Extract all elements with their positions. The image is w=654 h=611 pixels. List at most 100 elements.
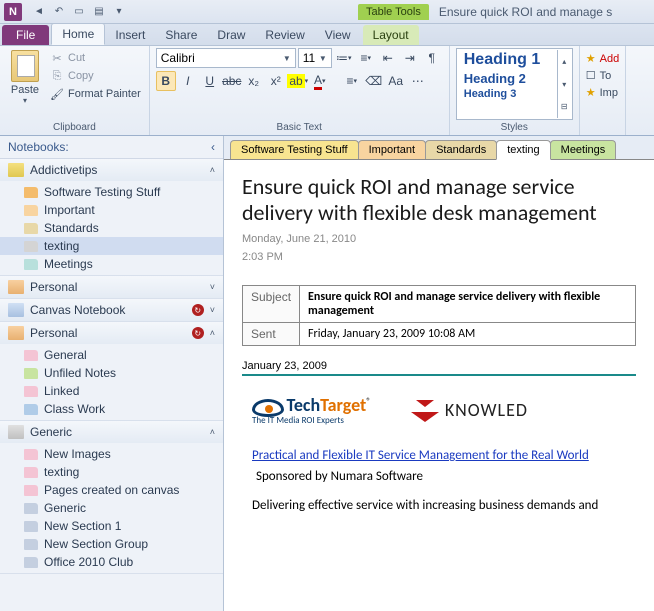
- table-row: Subject Ensure quick ROI and manage serv…: [243, 285, 636, 322]
- font-color-button[interactable]: A▾: [310, 71, 330, 91]
- section-tab[interactable]: Meetings: [550, 140, 617, 159]
- notebook-title: Personal: [30, 326, 186, 340]
- section-item[interactable]: Software Testing Stuff: [0, 183, 223, 201]
- section-tab-icon: [24, 503, 38, 514]
- tab-share[interactable]: Share: [155, 25, 207, 45]
- styles-apply-button[interactable]: Aa: [386, 71, 406, 91]
- copy-icon: ⎘: [50, 69, 64, 83]
- section-name: Class Work: [44, 402, 105, 416]
- qat-back-icon[interactable]: ◄: [30, 3, 48, 21]
- section-tab[interactable]: Standards: [425, 140, 497, 159]
- notebooks-header[interactable]: Notebooks: ‹: [0, 136, 223, 159]
- sync-error-icon: ↻: [192, 304, 204, 316]
- tab-insert[interactable]: Insert: [105, 25, 155, 45]
- tab-draw[interactable]: Draw: [207, 25, 255, 45]
- gallery-more-icon[interactable]: ⊟: [558, 95, 571, 118]
- subscript-button[interactable]: x₂: [244, 71, 264, 91]
- section-item[interactable]: Class Work: [0, 400, 223, 418]
- style-heading1[interactable]: Heading 1: [458, 50, 557, 70]
- notebook-icon: [8, 425, 24, 439]
- tab-view[interactable]: View: [315, 25, 361, 45]
- superscript-button[interactable]: x²: [266, 71, 286, 91]
- gallery-up-icon[interactable]: ▴: [558, 50, 571, 73]
- section-tab-icon: [24, 368, 38, 379]
- page-canvas[interactable]: Ensure quick ROI and manage service deli…: [224, 160, 654, 611]
- paste-button[interactable]: Paste ▾: [6, 48, 44, 120]
- section-item[interactable]: texting: [0, 237, 223, 255]
- gallery-down-icon[interactable]: ▾: [558, 73, 571, 96]
- section-item[interactable]: Generic: [0, 499, 223, 517]
- file-tab[interactable]: File: [2, 25, 49, 45]
- section-item[interactable]: Unfiled Notes: [0, 364, 223, 382]
- section-item[interactable]: New Images: [0, 445, 223, 463]
- sent-value: Friday, January 23, 2009 10:08 AM: [300, 322, 636, 345]
- qat-undo-icon[interactable]: ↶: [50, 3, 68, 21]
- paragraph-spacing-button[interactable]: ¶: [422, 48, 442, 68]
- section-item[interactable]: Important: [0, 201, 223, 219]
- qat-print-icon[interactable]: ▤: [90, 3, 108, 21]
- section-item[interactable]: New Section 1: [0, 517, 223, 535]
- styles-gallery[interactable]: Heading 1 Heading 2 Heading 3 ▴ ▾ ⊟: [456, 48, 573, 120]
- copy-button[interactable]: ⎘Copy: [48, 68, 143, 84]
- todo-tag-button[interactable]: ☐To: [584, 67, 621, 84]
- add-tag-button[interactable]: ★Add: [584, 50, 621, 67]
- font-size-combo[interactable]: 11▼: [298, 48, 332, 68]
- qat-dock-icon[interactable]: ▭: [70, 3, 88, 21]
- numbering-button[interactable]: ≡▾: [356, 48, 376, 68]
- clear-formatting-button[interactable]: ⌫: [364, 71, 384, 91]
- style-heading2[interactable]: Heading 2: [458, 70, 557, 87]
- title-bar: N ◄ ↶ ▭ ▤ ▾ Table Tools Ensure quick ROI…: [0, 0, 654, 24]
- notebook-header[interactable]: Addictivetips˄: [0, 159, 223, 181]
- section-tab[interactable]: texting: [496, 140, 550, 160]
- brush-icon: 🖌: [50, 87, 64, 101]
- chevron-up-icon: ˄: [210, 165, 215, 175]
- page-title[interactable]: Ensure quick ROI and manage service deli…: [242, 174, 636, 227]
- section-item[interactable]: Meetings: [0, 255, 223, 273]
- section-tab-icon: [24, 485, 38, 496]
- section-item[interactable]: Standards: [0, 219, 223, 237]
- indent-button[interactable]: ⇥: [400, 48, 420, 68]
- section-tab[interactable]: Software Testing Stuff: [230, 140, 359, 159]
- more-formatting-button[interactable]: ⋯: [408, 71, 428, 91]
- app-icon[interactable]: N: [4, 3, 22, 21]
- bold-button[interactable]: B: [156, 71, 176, 91]
- outdent-button[interactable]: ⇤: [378, 48, 398, 68]
- section-tab[interactable]: Important: [358, 140, 426, 159]
- format-painter-button[interactable]: 🖌Format Painter: [48, 86, 143, 102]
- section-item[interactable]: General: [0, 346, 223, 364]
- section-item[interactable]: texting: [0, 463, 223, 481]
- italic-button[interactable]: I: [178, 71, 198, 91]
- paste-label: Paste: [11, 84, 39, 96]
- section-item[interactable]: New Section Group: [0, 535, 223, 553]
- underline-button[interactable]: U: [200, 71, 220, 91]
- tab-home[interactable]: Home: [51, 23, 105, 45]
- notebook-header[interactable]: Personal↻˄: [0, 322, 223, 344]
- tab-layout[interactable]: Layout: [363, 25, 419, 45]
- section-tab-icon: [24, 521, 38, 532]
- section-item[interactable]: Pages created on canvas: [0, 481, 223, 499]
- section-item[interactable]: Office 2010 Club: [0, 553, 223, 571]
- section-tab-icon: [24, 350, 38, 361]
- notebook-header[interactable]: Canvas Notebook↻˅: [0, 299, 223, 321]
- sync-error-icon: ↻: [192, 327, 204, 339]
- section-name: Linked: [44, 384, 79, 398]
- notebook-header[interactable]: Generic˄: [0, 421, 223, 443]
- section-tab-icon: [24, 205, 38, 216]
- align-group-button[interactable]: ≡▾: [342, 71, 362, 91]
- important-tag-button[interactable]: ★Imp: [584, 84, 621, 101]
- section-item[interactable]: Linked: [0, 382, 223, 400]
- collapse-panel-icon[interactable]: ‹: [211, 140, 215, 154]
- article-link[interactable]: Practical and Flexible IT Service Manage…: [252, 448, 589, 463]
- style-heading3[interactable]: Heading 3: [458, 87, 557, 101]
- font-name-combo[interactable]: Calibri▼: [156, 48, 296, 68]
- strikethrough-button[interactable]: abc: [222, 71, 242, 91]
- group-basic-text: Calibri▼ 11▼ ≔▾ ≡▾ ⇤ ⇥ ¶ B I U abc x₂ x²…: [150, 46, 450, 135]
- qat-more-icon[interactable]: ▾: [110, 3, 128, 21]
- bullets-button[interactable]: ≔▾: [334, 48, 354, 68]
- cut-button[interactable]: ✂Cut: [48, 50, 143, 66]
- highlight-button[interactable]: ab▾: [288, 71, 308, 91]
- section-tab-icon: [24, 539, 38, 550]
- notebook-header[interactable]: Personal˅: [0, 276, 223, 298]
- ribbon: Paste ▾ ✂Cut ⎘Copy 🖌Format Painter Clipb…: [0, 46, 654, 136]
- tab-review[interactable]: Review: [255, 25, 314, 45]
